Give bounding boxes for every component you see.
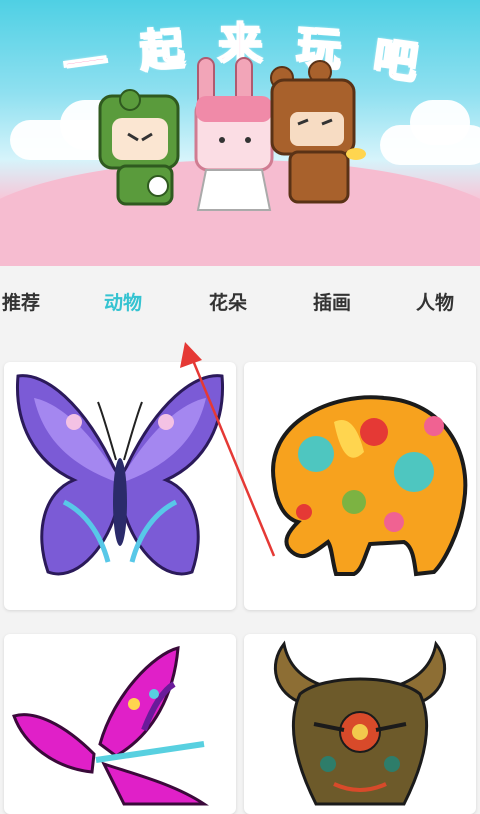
tab-recommended[interactable]: 推荐 (2, 288, 40, 315)
banner-characters (98, 57, 366, 211)
bear-character-icon (270, 60, 366, 204)
bunny-character-icon (194, 57, 274, 211)
elephant-orange-image (271, 395, 468, 577)
category-tabs: 推荐 动物 花朵 插画 人物 (0, 266, 480, 338)
tab-flowers[interactable]: 花朵 (209, 288, 247, 315)
hero-banner[interactable]: 一 起 来 玩 吧 (0, 0, 480, 266)
dino-character-icon (98, 89, 180, 206)
tab-illustrations[interactable]: 插画 (313, 288, 351, 315)
coloring-card-butterfly-pink[interactable] (4, 634, 236, 814)
tab-people[interactable]: 人物 (416, 288, 454, 315)
butterfly-purple-image (15, 374, 225, 576)
coloring-card-butterfly-purple[interactable] (4, 362, 236, 610)
tab-animals[interactable]: 动物 (104, 288, 142, 315)
coloring-card-bull-head[interactable] (244, 634, 476, 814)
bull-head-image (273, 640, 447, 806)
butterfly-pink-image (12, 646, 209, 806)
coloring-card-elephant-orange[interactable] (244, 362, 476, 610)
